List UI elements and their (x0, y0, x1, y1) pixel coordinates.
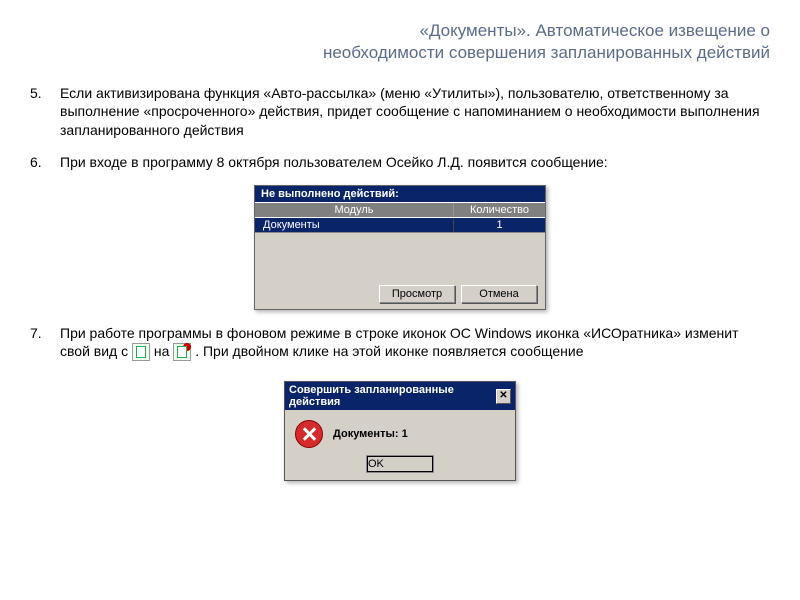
error-icon (295, 420, 323, 448)
dialog-title: Совершить запланированные действия ✕ (285, 382, 515, 410)
dialog-planned-actions: Совершить запланированные действия ✕ Док… (284, 381, 516, 481)
dialog-not-done: Не выполнено действий: Модуль Количество… (254, 185, 546, 310)
list-item-7: 7. При работе программы в фоновом режиме… (30, 324, 770, 361)
page-title: «Документы». Автоматическое извещение о … (30, 20, 770, 64)
title-line1: «Документы». Автоматическое извещение о (419, 21, 770, 40)
tray-icon-alert (173, 343, 191, 361)
col-count: Количество (454, 203, 545, 217)
text-mid: на (154, 343, 173, 359)
tray-icon-normal (132, 343, 150, 361)
dialog-title: Не выполнено действий: (255, 186, 545, 202)
list-text: При работе программы в фоновом режиме в … (60, 324, 770, 361)
list-text: Если активизирована функция «Авто-рассыл… (60, 84, 770, 139)
close-icon[interactable]: ✕ (496, 389, 511, 404)
list-item-6: 6. При входе в программу 8 октября польз… (30, 153, 770, 171)
table-header: Модуль Количество (255, 202, 545, 218)
list-number: 5. (30, 84, 60, 139)
dialog-message: Документы: 1 (333, 428, 408, 440)
view-button[interactable]: Просмотр (379, 285, 455, 303)
ok-button[interactable]: OK (367, 456, 433, 472)
dialog-title-text: Совершить запланированные действия (289, 384, 496, 408)
list-text: При входе в программу 8 октября пользова… (60, 153, 770, 171)
list-item-5: 5. Если активизирована функция «Авто-рас… (30, 84, 770, 139)
text-after: . При двойном клике на этой иконке появл… (195, 343, 583, 359)
cell-module: Документы (255, 218, 454, 232)
cell-count: 1 (454, 218, 545, 232)
dialog-body (255, 232, 545, 281)
list-number: 6. (30, 153, 60, 171)
col-module: Модуль (255, 203, 454, 217)
cancel-button[interactable]: Отмена (461, 285, 537, 303)
title-line2: необходимости совершения запланированных… (323, 43, 770, 62)
table-row[interactable]: Документы 1 (255, 218, 545, 232)
list-number: 7. (30, 324, 60, 361)
